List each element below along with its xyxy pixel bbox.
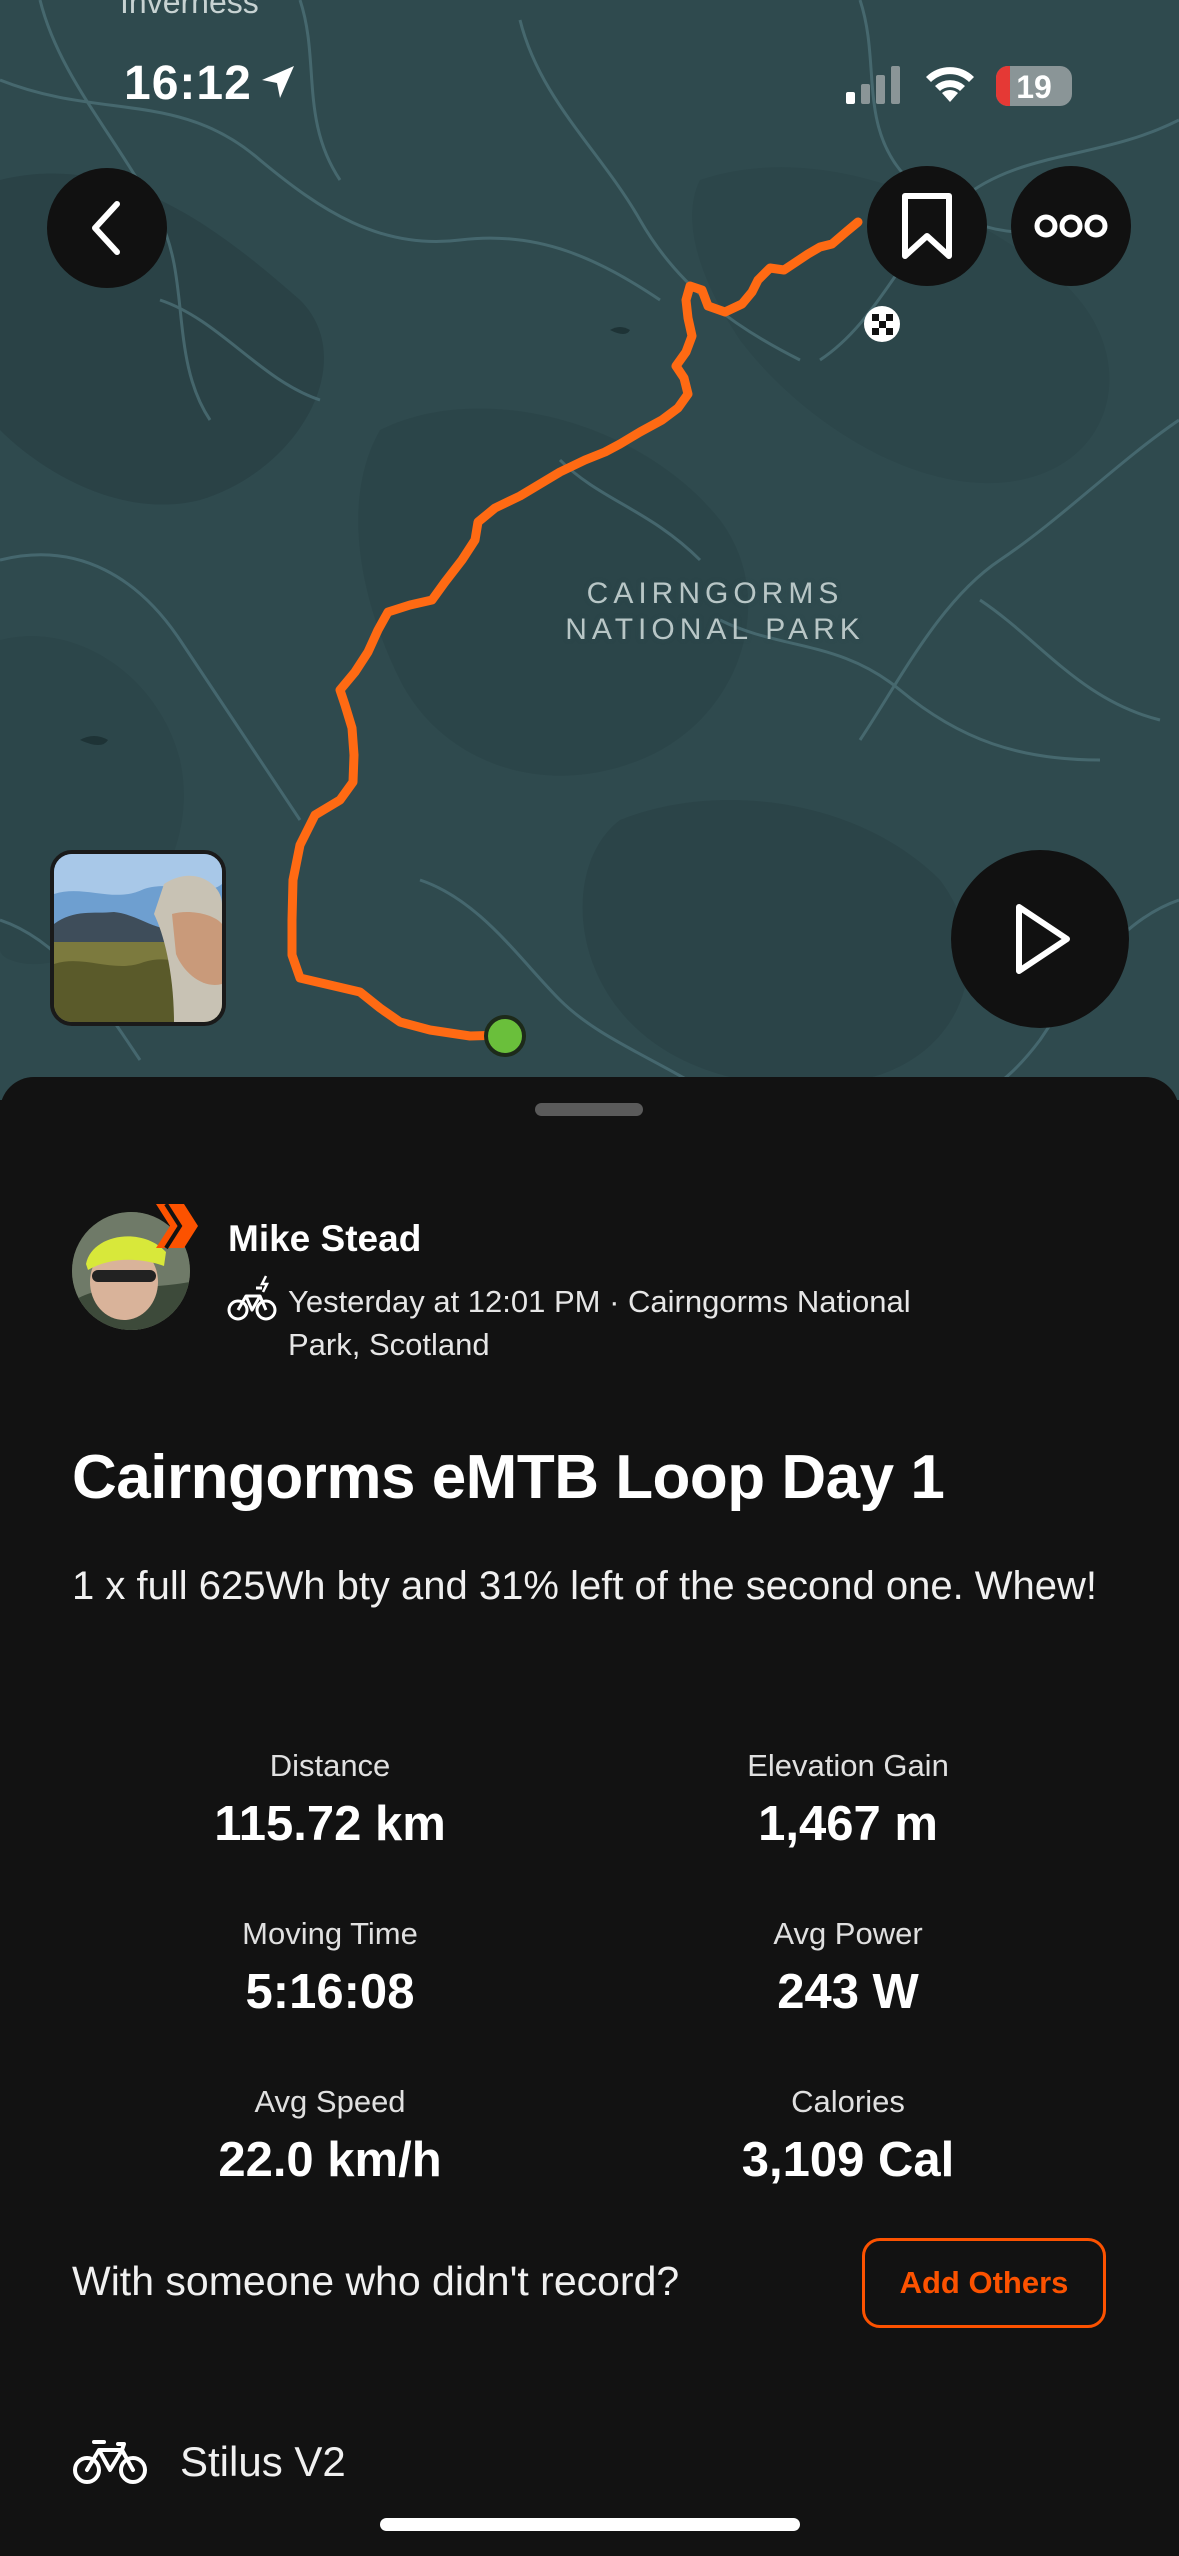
map-park-label: CAIRNGORMS NATIONAL PARK <box>565 577 865 646</box>
stat-label: Moving Time <box>242 1916 418 1951</box>
stat-distance: Distance 115.72 km <box>110 1748 550 1852</box>
ebike-icon <box>227 1275 277 1321</box>
home-indicator[interactable] <box>380 2518 800 2531</box>
bike-gear-icon <box>72 2436 148 2493</box>
back-button[interactable] <box>47 168 167 288</box>
more-icon <box>1034 214 1108 238</box>
bookmark-icon <box>902 193 952 259</box>
back-chevron-icon <box>92 201 120 255</box>
battery-level: 19 <box>1016 69 1052 105</box>
stat-moving-time: Moving Time 5:16:08 <box>110 1916 550 2020</box>
athlete-name[interactable]: Mike Stead <box>228 1218 421 1260</box>
sheet-grabber[interactable] <box>535 1103 643 1116</box>
activity-photo <box>54 854 222 1022</box>
stat-elevation-gain: Elevation Gain 1,467 m <box>628 1748 1068 1852</box>
signal-icon <box>846 66 900 104</box>
finish-flag-icon <box>864 306 900 342</box>
battery-icon: 19 <box>996 66 1072 106</box>
with-others-prompt: With someone who didn't record? <box>72 2258 680 2304</box>
start-marker <box>484 1015 526 1057</box>
gear-name[interactable]: Stilus V2 <box>180 2438 346 2486</box>
stat-value: 5:16:08 <box>245 1965 415 2019</box>
stat-value: 243 W <box>777 1965 919 2019</box>
route-map[interactable]: Inverness CAIRNGORMS NATIONAL PARK 16:12… <box>0 0 1179 1100</box>
location-arrow-icon <box>262 66 294 98</box>
stat-value: 115.72 km <box>214 1797 446 1851</box>
stat-value: 22.0 km/h <box>218 2133 442 2187</box>
stat-label: Avg Speed <box>254 2084 406 2119</box>
stat-label: Avg Power <box>773 1916 923 1951</box>
wifi-icon <box>926 67 974 102</box>
status-bar: 16:12 19 <box>0 0 1179 170</box>
stat-calories: Calories 3,109 Cal <box>628 2084 1068 2188</box>
stat-label: Elevation Gain <box>747 1748 949 1783</box>
add-others-button[interactable]: Add Others <box>862 2238 1106 2328</box>
activity-photo-thumbnail[interactable] <box>50 850 226 1026</box>
bookmark-button[interactable] <box>867 166 987 286</box>
play-flyover-button[interactable] <box>951 850 1129 1028</box>
stat-label: Calories <box>791 2084 905 2119</box>
activity-description: 1 x full 625Wh bty and 31% left of the s… <box>72 1564 1098 1608</box>
stat-value: 3,109 Cal <box>741 2133 955 2187</box>
status-time: 16:12 <box>124 57 252 110</box>
subscriber-badge-icon <box>156 1202 198 1250</box>
activity-meta: Yesterday at 12:01 PM · Cairngorms Natio… <box>288 1284 911 1362</box>
more-button[interactable] <box>1011 166 1131 286</box>
stat-avg-power: Avg Power 243 W <box>628 1916 1068 2020</box>
play-icon <box>1016 904 1070 974</box>
stat-value: 1,467 m <box>758 1797 938 1851</box>
stat-label: Distance <box>269 1748 391 1783</box>
stat-avg-speed: Avg Speed 22.0 km/h <box>110 2084 550 2188</box>
activity-title: Cairngorms eMTB Loop Day 1 <box>72 1443 945 1512</box>
